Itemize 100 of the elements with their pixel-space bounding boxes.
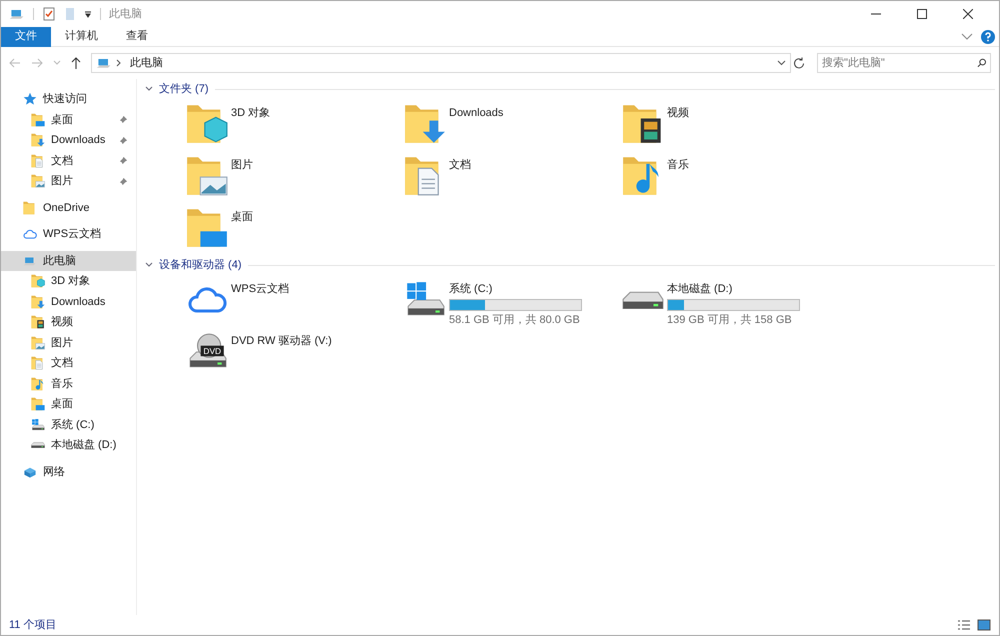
item-name: 图片 — [231, 158, 253, 173]
folder-tile[interactable]: 文档 — [403, 153, 621, 205]
dropdown-icon[interactable] — [84, 10, 92, 18]
drive-tile[interactable]: 本地磁盘 (D:) 139 GB 可用，共 158 GB — [621, 277, 839, 329]
sidebar-item[interactable]: 视频 — [1, 312, 136, 332]
sidebar-label: 文档 — [51, 356, 73, 371]
sidebar-item[interactable]: Downloads — [1, 292, 136, 312]
sidebar-label: 系统 (C:) — [51, 418, 94, 432]
sidebar-label: 此电脑 — [43, 254, 76, 268]
folder-icon — [31, 376, 45, 391]
sidebar-label: WPS云文档 — [43, 226, 102, 242]
drive-tile[interactable]: 系统 (C:) 58.1 GB 可用，共 80.0 GB — [403, 277, 621, 329]
sidebar-item[interactable]: 本地磁盘 (D:) — [1, 435, 136, 456]
folder-icon — [31, 356, 45, 370]
sidebar-item[interactable]: 此电脑 — [1, 250, 136, 271]
large-icons-view-icon[interactable] — [977, 619, 991, 631]
folder-tile[interactable]: DVD DVD RW 驱动器 (V:) — [185, 329, 403, 381]
folder-icon — [186, 155, 228, 197]
folder-tile[interactable]: Downloads — [403, 101, 621, 153]
search-input: 搜索"此电脑" — [822, 54, 977, 72]
folder-icon — [31, 315, 45, 330]
item-name: WPS云文档 — [231, 282, 290, 297]
sidebar-item[interactable]: 文档 — [1, 353, 136, 374]
sidebar-label: 视频 — [51, 315, 73, 330]
chevron-down-icon[interactable] — [145, 262, 153, 268]
sidebar-item[interactable]: 桌面 — [1, 394, 136, 414]
sidebar-item[interactable]: 文档 — [1, 150, 136, 171]
star-icon — [23, 92, 37, 106]
sidebar-label: 文档 — [51, 154, 73, 168]
item-name: DVD RW 驱动器 (V:) — [231, 334, 332, 349]
sidebar-label: Downloads — [51, 133, 106, 148]
sidebar-item[interactable]: 快速访问 — [1, 89, 136, 110]
up-arrow-icon[interactable] — [71, 57, 81, 69]
folder-tile[interactable]: 3D 对象 — [185, 101, 403, 153]
search-icon — [976, 58, 986, 68]
folder-icon — [31, 274, 45, 288]
item-name: 文档 — [449, 158, 471, 173]
sidebar-item[interactable]: WPS云文档 — [1, 224, 136, 244]
folder-tile[interactable]: 视频 — [621, 101, 839, 153]
chevron-down-icon[interactable] — [961, 32, 973, 40]
sidebar-label: 桌面 — [51, 396, 73, 412]
sidebar-label: 图片 — [51, 336, 73, 350]
folder-icon — [31, 174, 45, 188]
group-header[interactable]: 文件夹 (7) — [159, 80, 208, 98]
item-name: 视频 — [667, 106, 689, 121]
free-space-text: 139 GB 可用，共 158 GB — [667, 312, 793, 328]
refresh-icon[interactable] — [793, 57, 805, 69]
maximize-icon — [917, 9, 927, 19]
address-path: 此电脑 — [130, 56, 163, 71]
sidebar-item[interactable]: 音乐 — [1, 374, 136, 394]
sidebar-label: 3D 对象 — [51, 274, 90, 289]
sidebar-label: Downloads — [51, 294, 106, 310]
ribbon-tab[interactable]: 文件 — [1, 26, 51, 46]
sidebar-item[interactable]: 3D 对象 — [1, 271, 136, 292]
close-icon — [963, 9, 973, 19]
sidebar-item[interactable]: 网络 — [1, 462, 136, 482]
checklist-icon[interactable] — [42, 7, 56, 21]
item-name: 音乐 — [667, 158, 689, 173]
drive-icon — [622, 290, 664, 310]
folder-tile[interactable]: 图片 — [185, 153, 403, 205]
folder-tile[interactable]: 音乐 — [621, 153, 839, 205]
cloud-icon — [187, 285, 227, 315]
address-bar[interactable]: 此电脑 — [91, 53, 791, 73]
drive-icon — [31, 442, 45, 448]
window-title: 此电脑 — [109, 6, 142, 22]
details-view-icon[interactable] — [957, 619, 971, 631]
folder-icon — [31, 294, 45, 309]
sidebar-label: 桌面 — [51, 112, 73, 128]
sidebar-item[interactable]: 桌面 — [1, 110, 136, 130]
folder-tile[interactable]: WPS云文档 — [185, 277, 403, 329]
item-name: 系统 (C:) — [449, 282, 494, 297]
sidebar-label: OneDrive — [43, 200, 90, 216]
sidebar-item[interactable]: 图片 — [1, 171, 136, 192]
folder-icon — [23, 200, 37, 215]
folder-icon — [186, 103, 228, 145]
sidebar-item[interactable]: Downloads — [1, 130, 136, 150]
group-header[interactable]: 设备和驱动器 (4) — [159, 256, 242, 274]
folder-icon — [31, 112, 45, 127]
help-icon[interactable] — [981, 30, 995, 44]
folder-tile[interactable]: 桌面 — [185, 205, 403, 257]
ribbon-tab[interactable]: 查看 — [112, 26, 162, 46]
item-name: 3D 对象 — [231, 106, 270, 121]
item-name: 桌面 — [231, 210, 253, 225]
chevron-down-icon[interactable] — [145, 86, 153, 92]
sidebar-item[interactable]: 图片 — [1, 332, 136, 353]
free-space-text: 58.1 GB 可用，共 80.0 GB — [449, 312, 581, 328]
chevron-down-icon[interactable] — [777, 60, 786, 66]
item-name: 本地磁盘 (D:) — [667, 282, 734, 297]
drive-icon — [31, 418, 45, 432]
ribbon-tab[interactable]: 计算机 — [51, 26, 112, 46]
search-field[interactable]: 搜索"此电脑" — [817, 53, 991, 73]
sidebar-label: 本地磁盘 (D:) — [51, 438, 116, 453]
folder-icon — [186, 207, 228, 249]
folder-icon — [31, 397, 45, 412]
folder-icon — [31, 154, 45, 168]
chevron-right-icon — [116, 59, 122, 67]
sidebar-item[interactable]: OneDrive — [1, 198, 136, 218]
item-count: 11 个项目 — [9, 618, 56, 633]
sidebar-item[interactable]: 系统 (C:) — [1, 414, 136, 435]
folder-icon — [31, 336, 45, 350]
